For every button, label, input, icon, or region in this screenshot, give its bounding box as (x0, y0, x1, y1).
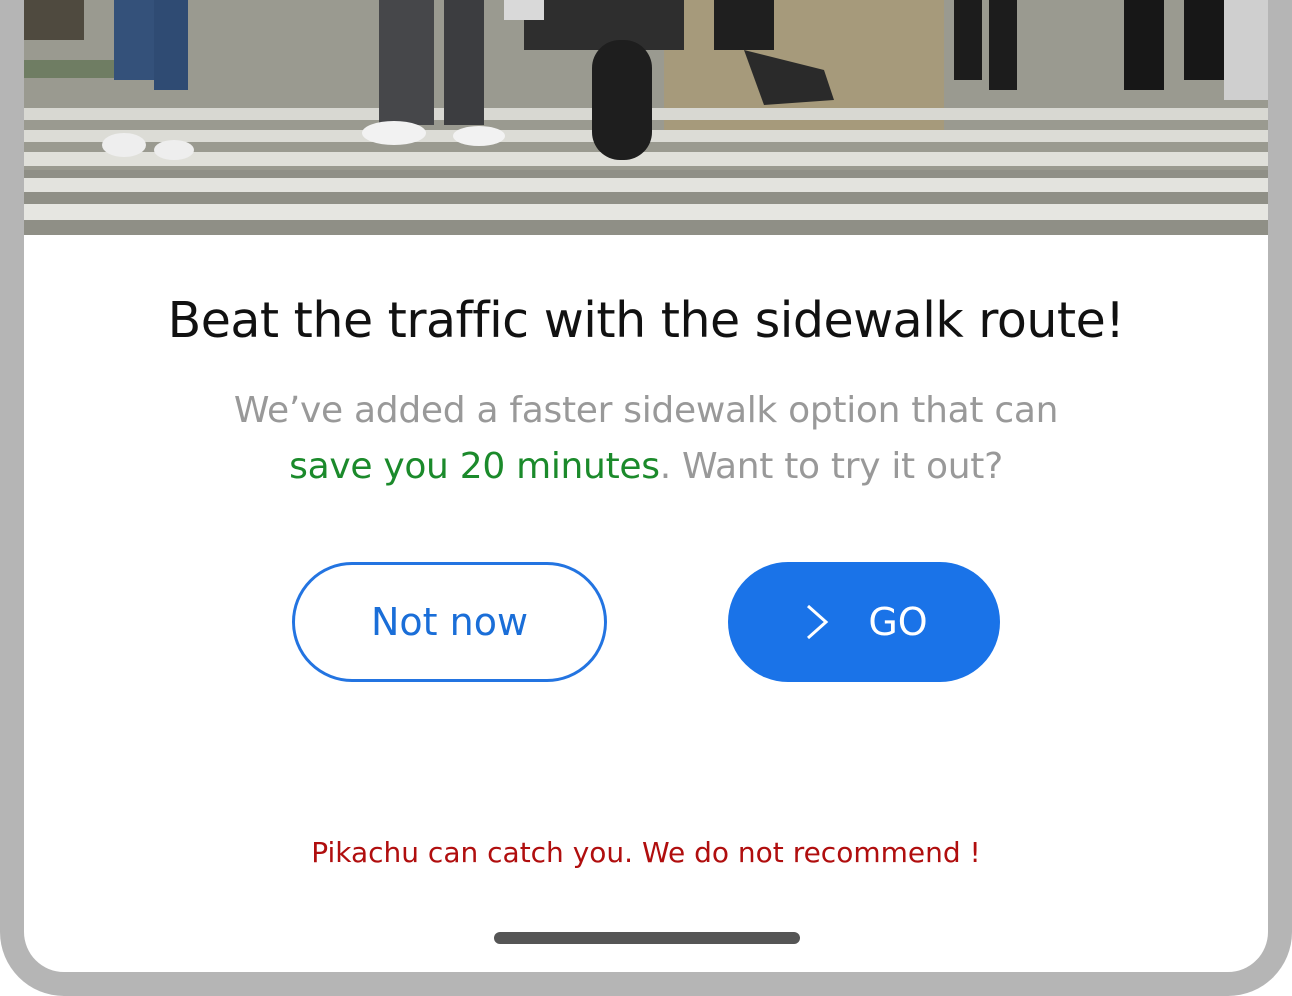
description-text-end: . Want to try it out? (659, 446, 1004, 487)
go-label: GO (868, 600, 928, 644)
description-text-start: We’ve added a faster sidewalk option tha… (233, 390, 1059, 431)
dialog-title: Beat the traffic with the sidewalk route… (167, 292, 1125, 349)
not-now-label: Not now (370, 600, 529, 644)
warning-message: Pikachu can catch you. We do not recomme… (311, 836, 981, 869)
street-photo: 7998 (24, 0, 1268, 235)
phone-frame: 7998 Beat the traffic with the sidewalk … (0, 0, 1292, 996)
chevron-right-icon (807, 604, 829, 640)
home-indicator[interactable] (494, 932, 800, 944)
not-now-button[interactable]: Not now (292, 562, 607, 682)
dialog-description: We’ve added a faster sidewalk option tha… (24, 383, 1268, 495)
time-saving-highlight: save you 20 minutes (289, 446, 660, 487)
go-button[interactable]: GO (728, 562, 1000, 682)
